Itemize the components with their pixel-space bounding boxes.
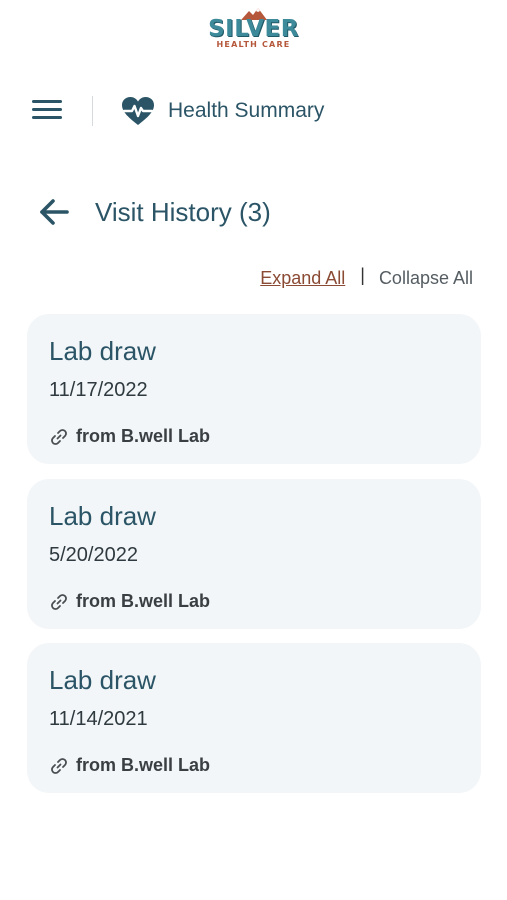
page-title: Visit History (3): [95, 197, 271, 227]
hamburger-menu-icon[interactable]: [32, 98, 62, 124]
visit-card[interactable]: Lab draw 5/20/2022 from B.well Lab: [27, 479, 481, 629]
brand-tagline: HEALTH CARE: [216, 40, 291, 49]
brand-logo[interactable]: SILVER HEALTH CARE: [0, 8, 507, 50]
visit-source: from B.well Lab: [49, 755, 210, 776]
top-nav: Health Summary: [0, 90, 507, 132]
visit-title: Lab draw: [49, 336, 156, 366]
page-header: Visit History (3): [0, 192, 507, 234]
visit-source: from B.well Lab: [49, 426, 210, 447]
link-icon: [51, 428, 67, 445]
link-icon: [51, 757, 67, 774]
visit-source-label: from B.well Lab: [76, 755, 211, 775]
health-summary-label: Health Summary: [168, 99, 325, 122]
health-summary-link[interactable]: Health Summary: [121, 94, 324, 128]
collapse-all-link[interactable]: Collapse All: [379, 268, 473, 289]
visit-date: 11/17/2022: [49, 379, 148, 401]
link-icon: [51, 593, 67, 610]
visit-title: Lab draw: [49, 501, 156, 531]
expand-collapse-controls: Expand All | Collapse All: [260, 265, 473, 289]
controls-separator: |: [360, 265, 365, 285]
visit-source: from B.well Lab: [49, 591, 210, 612]
visit-title: Lab draw: [49, 665, 156, 695]
visit-source-label: from B.well Lab: [76, 426, 211, 446]
visit-card[interactable]: Lab draw 11/17/2022 from B.well Lab: [27, 314, 481, 464]
visit-source-label: from B.well Lab: [76, 591, 211, 611]
arrow-left-icon[interactable]: [38, 198, 70, 226]
visit-date: 5/20/2022: [49, 544, 138, 566]
brand-name: SILVER: [208, 16, 299, 42]
visit-date: 11/14/2021: [49, 708, 148, 730]
expand-all-link[interactable]: Expand All: [260, 268, 345, 289]
visit-card[interactable]: Lab draw 11/14/2021 from B.well Lab: [27, 643, 481, 793]
heart-pulse-icon: [122, 97, 154, 125]
nav-divider: [92, 96, 93, 126]
